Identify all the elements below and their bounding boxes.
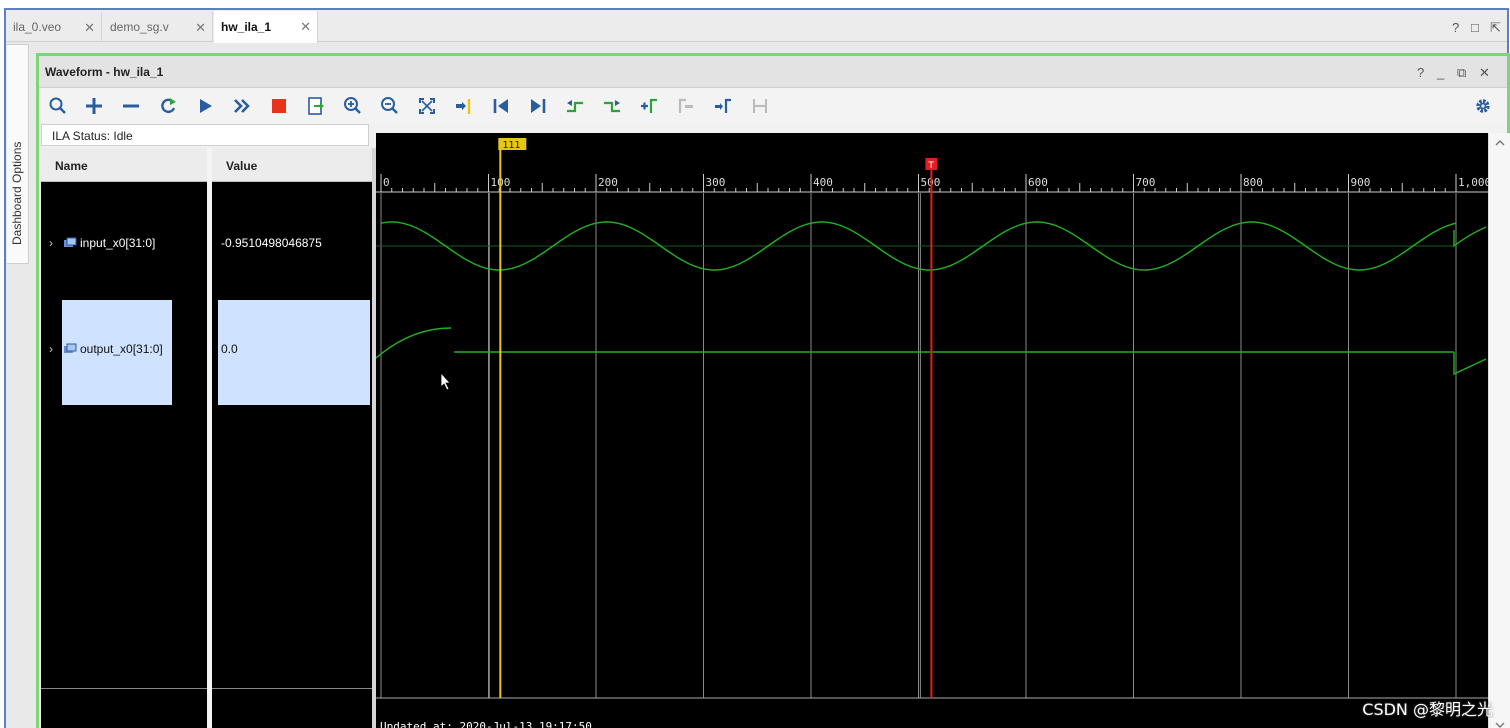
output-x0-waveform-start xyxy=(376,327,452,359)
swap-cursors-icon xyxy=(749,95,771,117)
ila-status: ILA Status: Idle xyxy=(41,124,369,146)
close-icon[interactable]: ✕ xyxy=(300,19,311,35)
zoom-in-icon[interactable] xyxy=(342,95,364,117)
trigger-label: T xyxy=(927,161,934,171)
tab-label: demo_sg.v xyxy=(110,20,169,34)
zoom-fit-icon[interactable] xyxy=(416,95,438,117)
value-column-header[interactable]: Value xyxy=(212,148,372,182)
help-icon[interactable]: ? xyxy=(1417,65,1424,80)
waveform-toolbar xyxy=(39,89,1507,123)
cursor-label: 111 xyxy=(502,140,520,151)
prev-transition-icon[interactable] xyxy=(564,95,586,117)
selection-highlight xyxy=(218,300,370,405)
window: ila_0.veo ✕ demo_sg.v ✕ hw_ila_1 ✕ ? □ ⇱… xyxy=(4,8,1510,728)
ruler-tick-label: 900 xyxy=(1351,176,1371,189)
waveform-svg: 01002003004005006007008009001,000111TUpd… xyxy=(376,138,1488,728)
run-fast-icon[interactable] xyxy=(231,95,253,117)
maximize-icon[interactable]: □ xyxy=(1471,20,1479,35)
next-transition-icon[interactable] xyxy=(601,95,623,117)
stop-icon[interactable] xyxy=(268,95,290,117)
help-icon[interactable]: ? xyxy=(1452,20,1459,35)
column-splitter[interactable] xyxy=(207,148,212,728)
bus-icon xyxy=(63,343,77,358)
restore-icon[interactable]: ⇱ xyxy=(1490,20,1501,36)
bus-icon xyxy=(63,237,77,252)
panel-title: Waveform - hw_ila_1 xyxy=(45,65,164,79)
minimize-icon[interactable]: _ xyxy=(1437,65,1444,80)
signal-name-input-x0[interactable]: input_x0[31:0] xyxy=(80,236,155,250)
name-column-header[interactable]: Name xyxy=(41,148,207,182)
export-icon[interactable] xyxy=(305,95,327,117)
dashboard-options-label: Dashboard Options xyxy=(10,141,24,245)
ruler-tick-label: 300 xyxy=(706,176,726,189)
output-x0-waveform-tail xyxy=(1453,352,1487,376)
updated-timestamp: Updated at: 2020-Jul-13 19:17:50 xyxy=(380,720,592,728)
gear-icon[interactable] xyxy=(1472,95,1494,117)
divider xyxy=(212,688,372,689)
dashboard-options-tab[interactable]: Dashboard Options xyxy=(7,44,29,264)
remove-icon[interactable] xyxy=(120,95,142,117)
divider xyxy=(41,688,207,689)
refresh-icon[interactable] xyxy=(157,95,179,117)
document-tab-bar: ila_0.veo ✕ demo_sg.v ✕ hw_ila_1 ✕ ? □ ⇱ xyxy=(6,10,1507,43)
tab-label: hw_ila_1 xyxy=(221,20,272,34)
mouse-pointer-icon xyxy=(440,371,451,391)
ruler-tick-label: 700 xyxy=(1136,176,1156,189)
float-icon[interactable]: ⧉ xyxy=(1457,65,1466,81)
scroll-arrows xyxy=(1495,140,1505,728)
ruler-tick-label: 600 xyxy=(1028,176,1048,189)
input-x0-waveform-tail xyxy=(1453,226,1487,248)
expand-icon[interactable]: › xyxy=(49,236,53,250)
signal-value-list: -0.9510498046875 0.0 xyxy=(212,182,372,728)
signal-value-input-x0: -0.9510498046875 xyxy=(221,236,322,250)
ruler-tick-label: 0 xyxy=(383,176,390,189)
close-icon[interactable]: ✕ xyxy=(195,20,206,36)
ruler-tick-label: 1,000 xyxy=(1458,176,1488,189)
signal-name-list: › input_x0[31:0] › output_x0[31:0] xyxy=(41,182,207,728)
run-icon[interactable] xyxy=(194,95,216,117)
search-icon[interactable] xyxy=(47,95,69,117)
expand-icon[interactable]: › xyxy=(49,342,53,356)
prev-marker-icon[interactable] xyxy=(675,95,697,117)
tab-hw-ila-1[interactable]: hw_ila_1 ✕ xyxy=(214,11,318,43)
waveform-canvas[interactable]: 01002003004005006007008009001,000111TUpd… xyxy=(376,133,1488,728)
next-marker-icon[interactable] xyxy=(712,95,734,117)
tab-ila-0[interactable]: ila_0.veo ✕ xyxy=(6,12,102,42)
go-to-start-icon[interactable] xyxy=(490,95,512,117)
waveform-panel: Waveform - hw_ila_1 ? _ ⧉ ✕ ILA Status: … xyxy=(36,53,1510,728)
watermark: CSDN @黎明之光 xyxy=(1362,700,1493,719)
close-icon[interactable]: ✕ xyxy=(84,20,95,36)
go-to-cursor-icon[interactable] xyxy=(453,95,475,117)
ruler-tick-label: 400 xyxy=(813,176,833,189)
close-icon[interactable]: ✕ xyxy=(1479,65,1490,81)
zoom-out-icon[interactable] xyxy=(379,95,401,117)
tab-demo-sg[interactable]: demo_sg.v ✕ xyxy=(103,12,213,42)
vertical-scrollbar[interactable] xyxy=(1488,133,1510,728)
add-icon[interactable] xyxy=(83,95,105,117)
signal-value-output-x0: 0.0 xyxy=(221,342,238,356)
tab-label: ila_0.veo xyxy=(13,20,62,34)
go-to-end-icon[interactable] xyxy=(527,95,549,117)
ruler-tick-label: 800 xyxy=(1243,176,1263,189)
ruler-tick-label: 200 xyxy=(598,176,618,189)
panel-title-bar: Waveform - hw_ila_1 ? _ ⧉ ✕ xyxy=(39,56,1507,88)
add-marker-icon[interactable] xyxy=(638,95,660,117)
signal-name-output-x0[interactable]: output_x0[31:0] xyxy=(80,342,163,356)
